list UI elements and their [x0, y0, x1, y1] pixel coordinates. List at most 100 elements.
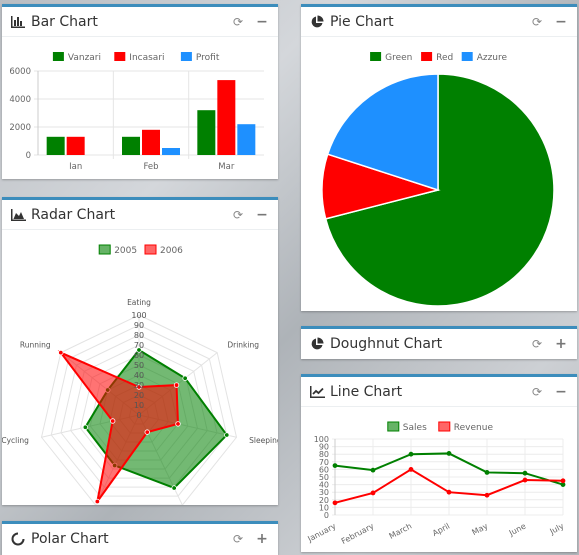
- panel-title: Line Chart: [330, 383, 403, 400]
- radar-scale-label: 100: [131, 311, 146, 320]
- y-tick-label: 100: [314, 435, 329, 444]
- line-point: [370, 467, 376, 473]
- radar-axis-label: Sleeping: [249, 436, 278, 445]
- legend-label: Sales: [403, 423, 427, 433]
- refresh-button[interactable]: ⟳: [529, 385, 545, 399]
- refresh-button[interactable]: ⟳: [529, 337, 545, 351]
- legend-swatch: [461, 52, 473, 61]
- bar: [162, 148, 180, 155]
- collapse-button[interactable]: −: [553, 14, 569, 30]
- doughnut-chart-header: Doughnut Chart ⟳ +: [301, 329, 577, 359]
- radar-scale-label: 50: [134, 361, 144, 370]
- bar: [142, 129, 160, 155]
- line-point: [332, 463, 338, 468]
- bar-chart-panel: Bar Chart ⟳ − Vanzari Incasari Profit 0 2000…: [2, 4, 278, 179]
- radar-scale-label: 40: [134, 371, 144, 380]
- line-point: [484, 470, 490, 475]
- bar: [122, 136, 140, 155]
- legend-swatch: [438, 421, 451, 432]
- panel-title: Bar Chart: [31, 13, 98, 30]
- line-point: [370, 490, 376, 496]
- polar-chart-header: Polar Chart ⟳ +: [2, 524, 278, 554]
- y-tick-label: 4000: [9, 95, 31, 105]
- refresh-button[interactable]: ⟳: [529, 15, 545, 29]
- pie-chart-icon: [309, 336, 325, 352]
- line-point: [332, 500, 338, 506]
- line-chart-panel: Line Chart ⟳ − Sales Revenue 0 10 20 30 40 50 60…: [301, 374, 577, 552]
- doughnut-chart-panel: Doughnut Chart ⟳ +: [301, 326, 577, 359]
- line-point: [446, 489, 452, 495]
- bar: [66, 136, 85, 155]
- radar-axis-label: Running: [20, 341, 51, 350]
- legend-swatch: [144, 244, 157, 255]
- radar-scale-label: 20: [134, 391, 144, 400]
- radar-scale-label: 60: [134, 351, 144, 360]
- radar-scale-label: 10: [134, 401, 144, 410]
- expand-button[interactable]: +: [254, 531, 270, 547]
- panel-title: Doughnut Chart: [330, 336, 443, 352]
- x-tick-label: May: [471, 521, 490, 537]
- line-point: [522, 470, 528, 476]
- refresh-button[interactable]: ⟳: [230, 15, 246, 29]
- x-tick-label: April: [431, 521, 451, 538]
- pie-chart: Green Red Azzure: [321, 52, 555, 307]
- collapse-button[interactable]: −: [254, 207, 270, 223]
- radar-point: [173, 382, 180, 388]
- radar-chart: 2005 2006 0102030405060708090100 Eating Drin…: [2, 244, 278, 505]
- line-point: [522, 477, 528, 483]
- x-tick-label: Mar: [218, 162, 235, 172]
- radar-scale-label: 0: [136, 411, 141, 420]
- x-tick-label: March: [388, 521, 414, 540]
- radar-scale-label: 80: [134, 331, 144, 340]
- line-point: [560, 478, 566, 484]
- y-tick-label: 0: [26, 151, 31, 161]
- legend-swatch: [52, 52, 64, 61]
- pie-chart-header: Pie Chart ⟳ −: [301, 7, 577, 37]
- radar-axis-label: Drinking: [227, 341, 259, 350]
- radar-point: [58, 349, 64, 356]
- radar-point: [94, 498, 101, 505]
- line-point: [446, 451, 452, 456]
- radar-scale-label: 70: [134, 341, 144, 350]
- circle-notch-icon: [10, 531, 26, 547]
- radar-scale-label: 30: [134, 381, 144, 390]
- line-chart-header: Line Chart ⟳ −: [301, 377, 577, 407]
- legend-swatch: [370, 52, 382, 61]
- line-point: [408, 467, 414, 472]
- x-tick-label: February: [340, 521, 376, 546]
- legend-swatch: [98, 244, 111, 255]
- bar: [237, 124, 256, 155]
- legend-swatch: [180, 52, 192, 61]
- refresh-button[interactable]: ⟳: [230, 532, 246, 546]
- line-point: [408, 451, 414, 457]
- x-tick-label: July: [548, 521, 566, 536]
- radar-point: [182, 375, 188, 381]
- line-point: [484, 492, 490, 498]
- bar-chart-header: Bar Chart ⟳ −: [2, 7, 278, 37]
- collapse-button[interactable]: −: [254, 14, 270, 30]
- collapse-button[interactable]: −: [553, 384, 569, 400]
- legend-label: Green: [385, 53, 412, 63]
- legend-label: Azzure: [477, 53, 508, 63]
- radar-axis-label: Cycling: [2, 436, 29, 445]
- polar-chart-panel: Polar Chart ⟳ +: [2, 521, 278, 555]
- line-chart-icon: [309, 384, 325, 400]
- line-chart: Sales Revenue0102030405060708090100Januar…: [305, 421, 566, 546]
- refresh-button[interactable]: ⟳: [230, 208, 246, 222]
- x-tick-label: January: [305, 521, 337, 544]
- radar-chart-header: Radar Chart ⟳ −: [2, 200, 278, 230]
- legend-swatch: [114, 52, 126, 61]
- bar-chart: Vanzari Incasari Profit 0 2000 4000 6000 Ian Feb…: [9, 52, 264, 172]
- radar-point: [82, 424, 89, 430]
- panel-title: Pie Chart: [330, 13, 394, 30]
- x-tick-label: Feb: [143, 162, 158, 172]
- bar-chart-icon: [10, 14, 26, 30]
- radar-chart-panel: Radar Chart ⟳ − 2005 2006 0 10 20 30 40 50 60 70 8…: [2, 197, 278, 505]
- legend-label: Profit: [196, 53, 220, 63]
- bar: [197, 110, 216, 155]
- legend-label: 2006: [160, 246, 183, 256]
- radar-point: [224, 432, 230, 438]
- pie-chart-panel: Pie Chart ⟳ − Green Red Azzure: [301, 4, 577, 311]
- expand-button[interactable]: +: [553, 336, 569, 352]
- panel-title: Polar Chart: [31, 531, 109, 547]
